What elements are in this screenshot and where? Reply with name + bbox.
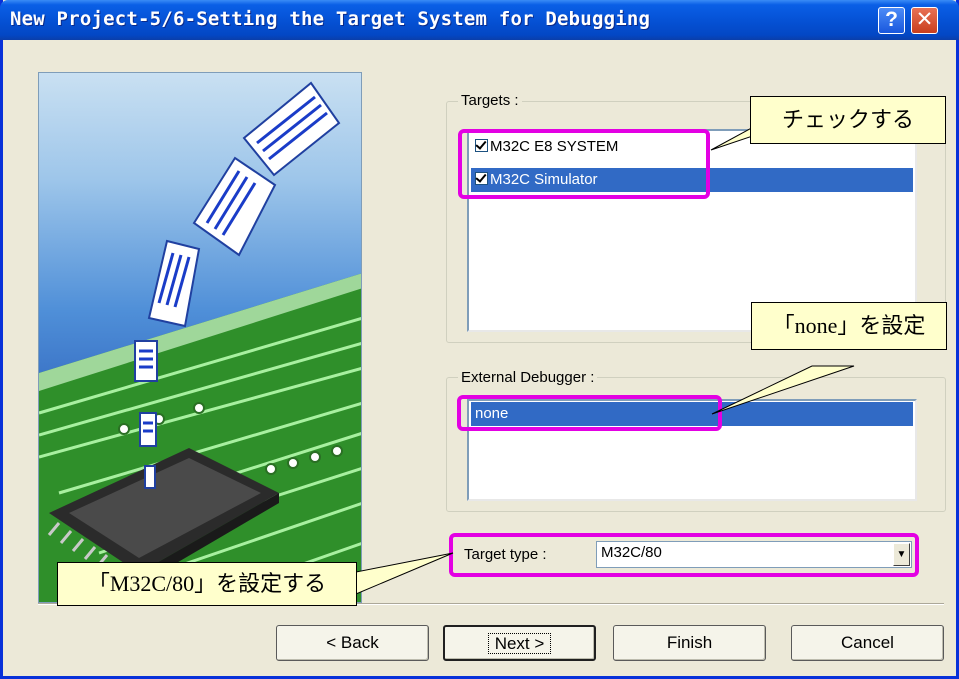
help-button[interactable]: ? <box>878 7 905 34</box>
callout-check: チェックする <box>750 96 946 144</box>
window-title: New Project-5/6-Setting the Target Syste… <box>10 8 651 30</box>
finish-button[interactable]: Finish <box>613 625 766 661</box>
close-button[interactable]: ✕ <box>911 7 938 34</box>
next-button[interactable]: Next > <box>443 625 596 661</box>
illustration-graphic <box>39 81 361 602</box>
target-type-highlight <box>449 533 919 577</box>
wizard-illustration <box>38 72 362 603</box>
callout-m32c: 「M32C/80」を設定する <box>57 562 357 606</box>
targets-label: Targets : <box>458 92 522 109</box>
title-bar: New Project-5/6-Setting the Target Syste… <box>0 0 959 40</box>
external-debugger-label: External Debugger : <box>458 369 598 386</box>
next-button-label: Next > <box>487 633 552 654</box>
back-button[interactable]: < Back <box>276 625 429 661</box>
debugger-highlight <box>457 395 722 431</box>
cancel-button[interactable]: Cancel <box>791 625 944 661</box>
callout-none: 「none」を設定 <box>751 302 947 350</box>
targets-highlight <box>458 129 710 199</box>
